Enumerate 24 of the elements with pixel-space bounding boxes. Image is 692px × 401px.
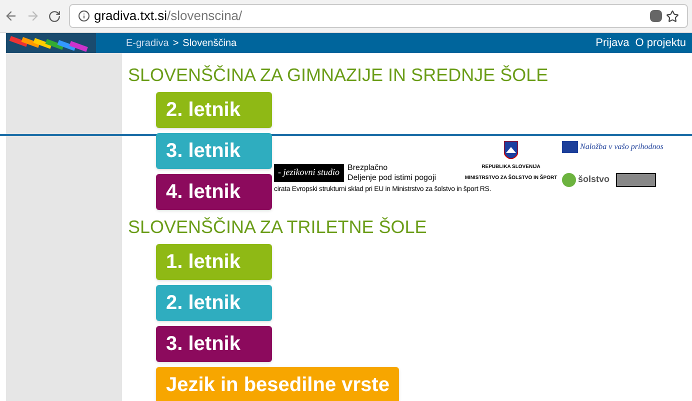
breadcrumb-link[interactable]: Slovenščina <box>182 36 237 50</box>
coat-of-arms-icon <box>504 141 518 159</box>
nav-link[interactable]: O projektu <box>635 34 686 52</box>
investment-text: Naložba v vašo prihodnos <box>580 141 664 153</box>
studio-logo: - jezikovni studio <box>274 164 344 182</box>
license-text: Brezplačno <box>348 163 389 173</box>
back-icon[interactable] <box>4 9 18 23</box>
esolstvo-logo-icon <box>562 173 576 187</box>
esolstvo-text: šolstvo <box>578 173 610 186</box>
info-icon[interactable] <box>78 10 90 22</box>
breadcrumb-link[interactable]: E-gradiva <box>126 36 169 50</box>
nav-link[interactable]: Prijava <box>596 34 630 52</box>
url-path: /slovenscina/ <box>166 7 242 26</box>
reload-icon[interactable] <box>48 10 61 22</box>
section-heading: SLOVENŠČINA ZA TRILETNE ŠOLE <box>128 216 428 238</box>
eu-flag-icon <box>562 141 578 153</box>
section-heading: SLOVENŠČINA ZA GIMNAZIJE IN SREDNJE ŠOLE <box>128 64 550 86</box>
breadcrumb-separator: > <box>172 36 179 50</box>
year-button[interactable]: 3. letnik <box>156 326 272 362</box>
license-text: Deljenje pod istimi pogoji <box>348 173 436 183</box>
star-icon[interactable] <box>666 10 679 22</box>
url-host: gradiva.txt.si <box>94 7 167 26</box>
address-bar[interactable]: gradiva.txt.si/slovenscina/ <box>69 4 688 28</box>
year-button[interactable]: 4. letnik <box>156 174 272 210</box>
